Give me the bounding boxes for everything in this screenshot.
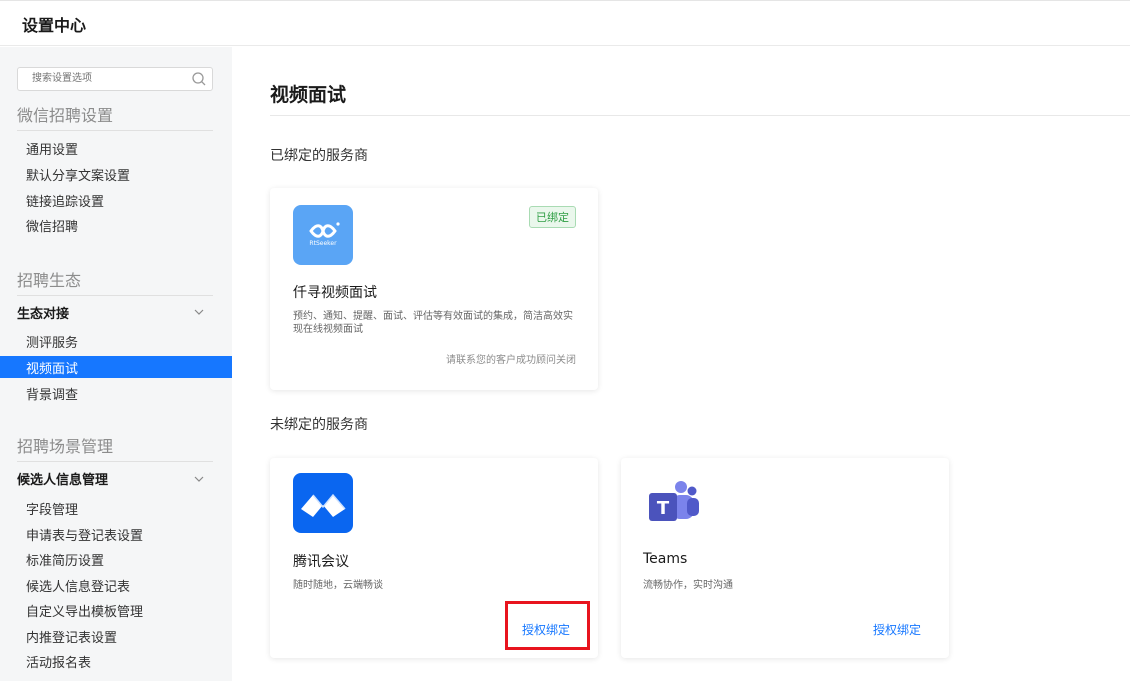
section-title-scenes: 招聘场景管理: [17, 437, 114, 456]
sidebar-group-candidate-info[interactable]: 候选人信息管理: [17, 469, 108, 488]
chevron-down-icon[interactable]: [193, 306, 205, 318]
sidebar-item-background-check[interactable]: 背景调查: [26, 384, 78, 403]
authorize-bind-button[interactable]: 授权绑定: [873, 621, 921, 638]
provider-name: 腾讯会议: [293, 554, 349, 570]
tencent-meeting-icon: [301, 493, 346, 517]
bound-section-title: 已绑定的服务商: [270, 148, 368, 164]
sidebar-group-integration[interactable]: 生态对接: [17, 303, 69, 322]
sidebar-item-referral-form[interactable]: 内推登记表设置: [26, 627, 117, 646]
search-icon[interactable]: [191, 71, 207, 87]
top-bar: 设置中心: [0, 0, 1130, 46]
search-input[interactable]: [30, 72, 184, 85]
highlight-box: [505, 601, 590, 650]
provider-name: Teams: [643, 551, 688, 567]
qianxun-logo-text: RtSeeker: [309, 240, 337, 247]
teams-icon: T: [649, 481, 699, 521]
sidebar-item-application-form[interactable]: 申请表与登记表设置: [26, 525, 143, 544]
tencent-meeting-logo: [293, 473, 353, 533]
qianxun-logo: RtSeeker: [293, 205, 353, 265]
teams-logo: T: [643, 473, 703, 533]
provider-name: 仟寻视频面试: [293, 285, 377, 301]
sidebar-item-share-copy[interactable]: 默认分享文案设置: [26, 165, 130, 184]
provider-description: 流畅协作，实时沟通: [643, 580, 733, 591]
bound-badge: 已绑定: [529, 206, 576, 228]
provider-description: 随时随地，云端畅谈: [293, 580, 383, 591]
app-title: 设置中心: [22, 16, 87, 35]
svg-text:T: T: [657, 498, 670, 519]
sidebar-item-standard-resume[interactable]: 标准简历设置: [26, 550, 104, 569]
provider-card-qianxun: RtSeeker 已绑定 仟寻视频面试 预约、通知、提醒、面试、评估等有效面试的…: [270, 188, 598, 390]
search-box[interactable]: [17, 67, 213, 91]
unbind-note: 请联系您的客户成功顾问关闭: [446, 355, 576, 366]
divider: [17, 461, 213, 462]
page-title: 视频面试: [270, 84, 347, 106]
sidebar-item-video-interview[interactable]: 视频面试: [26, 358, 78, 377]
chevron-down-icon[interactable]: [193, 473, 205, 485]
divider: [17, 295, 213, 296]
sidebar: 微信招聘设置 通用设置 默认分享文案设置 链接追踪设置 微信招聘 招聘生态 生态…: [0, 47, 232, 681]
section-title-wechat: 微信招聘设置: [17, 106, 114, 125]
infinity-icon: RtSeeker: [309, 222, 340, 247]
sidebar-item-assessment[interactable]: 测评服务: [26, 332, 78, 351]
sidebar-item-export-template[interactable]: 自定义导出模板管理: [26, 601, 143, 620]
divider: [270, 115, 1130, 116]
sidebar-item-event-signup[interactable]: 活动报名表: [26, 652, 91, 671]
sidebar-item-wechat-recruit[interactable]: 微信招聘: [26, 216, 78, 235]
sidebar-item-candidate-register[interactable]: 候选人信息登记表: [26, 576, 130, 595]
provider-description: 预约、通知、提醒、面试、评估等有效面试的集成，简洁高效实现在线视频面试: [293, 311, 573, 335]
unbound-section-title: 未绑定的服务商: [270, 417, 368, 433]
sidebar-item-fields[interactable]: 字段管理: [26, 499, 78, 518]
provider-card-teams: T Teams 流畅协作，实时沟通 授权绑定: [621, 458, 949, 658]
sidebar-item-link-tracking[interactable]: 链接追踪设置: [26, 191, 104, 210]
sidebar-item-general[interactable]: 通用设置: [26, 139, 78, 158]
divider: [17, 130, 213, 131]
section-title-ecosystem: 招聘生态: [17, 271, 82, 290]
